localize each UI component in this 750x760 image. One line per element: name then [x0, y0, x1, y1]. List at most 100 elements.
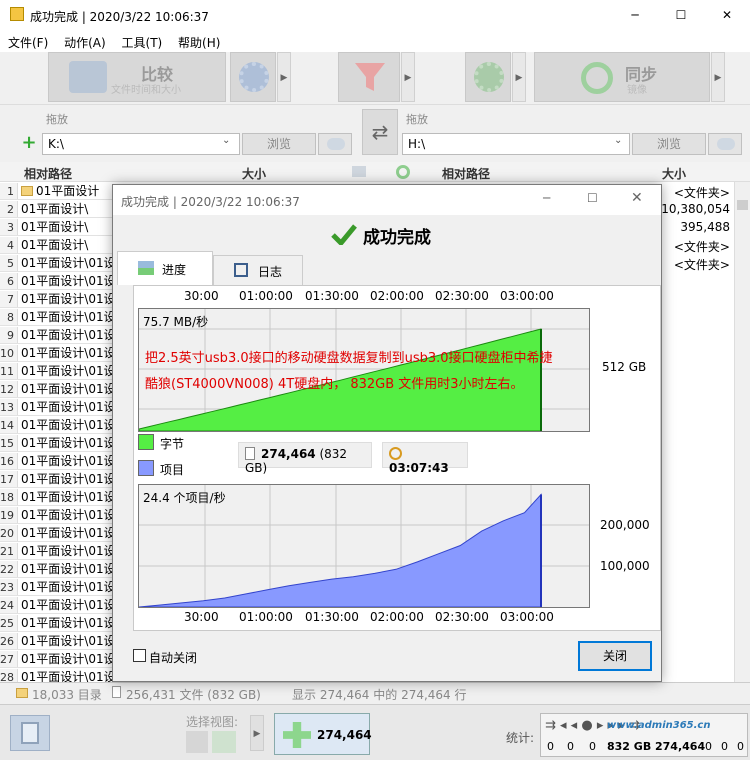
row-path: 01平面设计 — [36, 184, 100, 198]
table-row[interactable]: 27 01平面设计\01设 — [0, 650, 112, 668]
left-path-column-header[interactable]: 相对路径 — [24, 165, 72, 182]
close-window-button[interactable]: ✕ — [704, 0, 750, 30]
table-row[interactable]: 1 01平面设计 — [0, 182, 112, 200]
table-row[interactable]: 2 01平面设计\ — [0, 200, 112, 218]
dialog-minimize-button[interactable]: ─ — [543, 191, 550, 205]
table-row[interactable]: 14 01平面设计\01设 — [0, 416, 112, 434]
row-number: 12 — [0, 381, 18, 397]
table-row[interactable]: 16 01平面设计\01设 — [0, 452, 112, 470]
row-path: 01平面设计\01设 — [21, 634, 112, 648]
window-titlebar: 成功完成 | 2020/3/22 10:06:37 ─ ☐ ✕ — [0, 0, 750, 30]
left-browse-button[interactable]: 浏览 — [242, 133, 316, 155]
menu-tools[interactable]: 工具(T) — [114, 30, 163, 51]
right-path-dropdown-icon[interactable]: ⌄ — [614, 135, 622, 146]
stat-2: 0 — [589, 740, 596, 753]
menu-action[interactable]: 动作(A) — [56, 30, 106, 51]
row-number: 8 — [0, 309, 18, 325]
sync-button[interactable]: 同步 镜像 — [534, 52, 710, 102]
menu-help[interactable]: 帮助(H) — [170, 30, 220, 51]
time-tick-bottom: 01:00:00 — [239, 610, 293, 624]
view-camera-button[interactable] — [186, 731, 208, 753]
table-row[interactable]: 11 01平面设计\01设 — [0, 362, 112, 380]
time-tick-bottom: 01:30:00 — [305, 610, 359, 624]
view-dropdown[interactable]: ▶ — [250, 715, 264, 751]
sync-settings-button[interactable] — [465, 52, 511, 102]
time-tick-top: 01:30:00 — [305, 289, 359, 303]
app-icon — [10, 7, 24, 21]
right-browse-button[interactable]: 浏览 — [632, 133, 706, 155]
dialog-close-action-button[interactable]: 关闭 — [578, 641, 652, 671]
dialog-heading: 成功完成 — [363, 228, 431, 248]
right-cloud-button[interactable] — [708, 133, 742, 155]
dialog-maximize-button[interactable]: ☐ — [587, 191, 598, 205]
tab-log[interactable]: 日志 — [213, 255, 303, 285]
row-number: 19 — [0, 507, 18, 523]
table-row[interactable]: 21 01平面设计\01设 — [0, 542, 112, 560]
sync-settings-dropdown[interactable]: ▶ — [512, 52, 526, 102]
table-row[interactable]: 5 01平面设计\01设 — [0, 254, 112, 272]
table-row[interactable]: 7 01平面设计\01设 — [0, 290, 112, 308]
auto-close-label[interactable]: 自动关闭 — [149, 649, 197, 666]
view-sync-button[interactable] — [212, 731, 236, 753]
row-path: 01平面设计\01设 — [21, 256, 112, 270]
left-cloud-button[interactable] — [318, 133, 352, 155]
left-path-input[interactable]: K:\ — [42, 133, 240, 155]
table-row[interactable]: 25 01平面设计\01设 — [0, 614, 112, 632]
row-path: 01平面设计\01设 — [21, 274, 112, 288]
row-path: 01平面设计\ — [21, 238, 89, 252]
table-row[interactable]: 20 01平面设计\01设 — [0, 524, 112, 542]
row-size: 10,380,054 — [661, 202, 730, 216]
right-size-column-header[interactable]: 大小 — [662, 165, 686, 182]
row-path: 01平面设计\01设 — [21, 652, 112, 666]
items-rate: 24.4 个项目/秒 — [143, 491, 226, 505]
gear-icon — [239, 62, 269, 92]
row-size: <文件夹> — [673, 258, 730, 272]
add-folder-pair-icon[interactable]: + — [18, 133, 40, 155]
minimize-button[interactable]: ─ — [612, 0, 658, 30]
sync-dropdown[interactable]: ▶ — [711, 52, 725, 102]
table-row[interactable]: 17 01平面设计\01设 — [0, 470, 112, 488]
compare-button[interactable]: 比较 文件时间和大小 — [48, 52, 226, 102]
filter-button[interactable] — [338, 52, 400, 102]
compare-settings-dropdown[interactable]: ▶ — [277, 52, 291, 102]
right-path-input[interactable]: H:\ — [402, 133, 630, 155]
dialog-close-button[interactable]: ✕ — [631, 190, 643, 206]
maximize-button[interactable]: ☐ — [658, 0, 704, 30]
table-row[interactable]: 18 01平面设计\01设 — [0, 488, 112, 506]
menu-file[interactable]: 文件(F) — [0, 30, 48, 51]
table-row[interactable]: 4 01平面设计\ — [0, 236, 112, 254]
table-row[interactable]: 26 01平面设计\01设 — [0, 632, 112, 650]
auto-close-checkbox[interactable] — [133, 649, 146, 662]
log-panel-button[interactable] — [10, 715, 50, 751]
log-tab-icon — [234, 263, 248, 277]
table-row[interactable]: 10 01平面设计\01设 — [0, 344, 112, 362]
scrollbar-thumb[interactable] — [737, 200, 748, 210]
file-list-scrollbar[interactable] — [734, 182, 750, 682]
table-row[interactable]: 6 01平面设计\01设 — [0, 272, 112, 290]
row-number: 4 — [0, 237, 18, 253]
table-row[interactable]: 15 01平面设计\01设 — [0, 434, 112, 452]
compare-settings-button[interactable] — [230, 52, 276, 102]
filter-dropdown[interactable]: ▶ — [401, 52, 415, 102]
row-path: 01平面设计\01设 — [21, 400, 112, 414]
view-selector-label: 选择视图: — [186, 715, 239, 729]
row-number: 5 — [0, 255, 18, 271]
stat-5: 0 — [705, 740, 712, 753]
table-row[interactable]: 9 01平面设计\01设 — [0, 326, 112, 344]
table-row[interactable]: 22 01平面设计\01设 — [0, 560, 112, 578]
table-row[interactable]: 12 01平面设计\01设 — [0, 380, 112, 398]
left-size-column-header[interactable]: 大小 — [242, 165, 266, 182]
folder-pair-bar: 拖放 + K:\ ⌄ 浏览 ⇄ 拖放 H:\ ⌄ 浏览 — [0, 104, 750, 158]
table-row[interactable]: 24 01平面设计\01设 — [0, 596, 112, 614]
left-path-dropdown-icon[interactable]: ⌄ — [222, 135, 230, 146]
table-row[interactable]: 23 01平面设计\01设 — [0, 578, 112, 596]
table-row[interactable]: 3 01平面设计\ — [0, 218, 112, 236]
table-row[interactable]: 8 01平面设计\01设 — [0, 308, 112, 326]
stat-1: 0 — [567, 740, 574, 753]
table-row[interactable]: 13 01平面设计\01设 — [0, 398, 112, 416]
items-count-button[interactable]: 274,464 — [274, 713, 372, 755]
tab-progress[interactable]: 进度 — [117, 251, 213, 285]
right-path-column-header[interactable]: 相对路径 — [442, 165, 490, 182]
swap-sides-button[interactable]: ⇄ — [362, 109, 398, 155]
table-row[interactable]: 19 01平面设计\01设 — [0, 506, 112, 524]
